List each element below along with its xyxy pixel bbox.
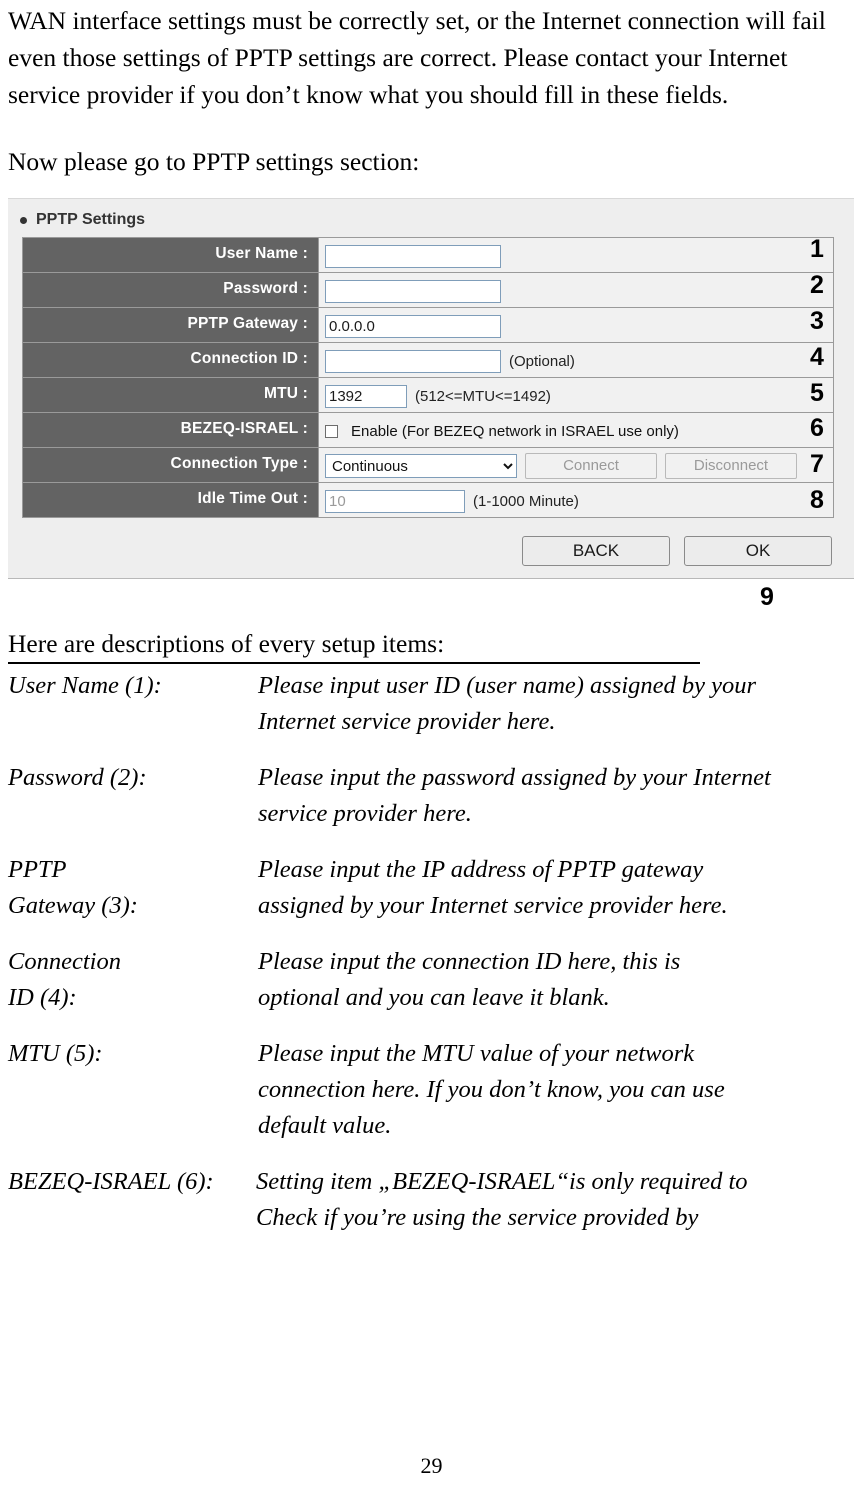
label-mtu: MTU : [23, 378, 319, 412]
description-definition: Please input the password assigned by yo… [258, 764, 771, 827]
pptp-settings-title: PPTP Settings [20, 211, 842, 229]
description-item: Connection ID (4): Please input the conn… [8, 944, 855, 1016]
connection-id-hint: (Optional) [509, 352, 575, 370]
description-item: User Name (1): Please input user ID (use… [8, 668, 855, 740]
descriptions-section: Here are descriptions of every setup ite… [8, 627, 855, 1236]
mtu-hint: (512<=MTU<=1492) [415, 387, 551, 405]
callout-8: 8 [810, 486, 824, 514]
bezeq-israel-checkbox[interactable] [325, 424, 338, 438]
connection-type-select[interactable]: Continuous [325, 454, 517, 478]
label-pptp-gateway: PPTP Gateway : [23, 308, 319, 342]
value-password [319, 273, 833, 307]
idle-time-out-hint: (1-1000 Minute) [473, 492, 579, 510]
description-item: PPTP Gateway (3): Please input the IP ad… [8, 852, 855, 924]
label-bezeq-israel: BEZEQ-ISRAEL : [23, 413, 319, 447]
description-definition: Please input user ID (user name) assigne… [258, 672, 757, 735]
description-term: MTU (5): [8, 1040, 103, 1067]
callout-9: 9 [760, 583, 774, 611]
row-connection-type: Connection Type : Continuous Connect Dis… [23, 448, 833, 483]
description-term: User Name (1): [8, 672, 162, 699]
description-term: BEZEQ-ISRAEL (6): [8, 1168, 214, 1195]
back-button[interactable]: BACK [522, 536, 670, 566]
value-connection-type: Continuous Connect Disconnect [319, 448, 833, 482]
mtu-input[interactable]: 1392 [325, 384, 407, 408]
description-item: MTU (5): Please input the MTU value of y… [8, 1036, 855, 1144]
label-idle-time-out: Idle Time Out : [23, 483, 319, 517]
document-page: WAN interface settings must be correctly… [0, 0, 863, 1487]
description-term: PPTP Gateway (3): [8, 856, 138, 919]
description-item: Password (2): Please input the password … [8, 760, 855, 832]
description-term: Connection ID (4): [8, 948, 121, 1011]
row-bezeq-israel: BEZEQ-ISRAEL : Enable (For BEZEQ network… [23, 413, 833, 448]
disconnect-button[interactable]: Disconnect [665, 453, 797, 479]
ok-button[interactable]: OK [684, 536, 832, 566]
callout-3: 3 [810, 307, 824, 335]
value-idle-time-out: 10 (1-1000 Minute) [319, 483, 833, 517]
user-name-input[interactable] [325, 244, 501, 268]
row-connection-id: Connection ID : (Optional) [23, 343, 833, 378]
callout-6: 6 [810, 414, 824, 442]
label-connection-type: Connection Type : [23, 448, 319, 482]
intro-paragraph-2: Now please go to PPTP settings section: [8, 147, 420, 176]
label-user-name: User Name : [23, 238, 319, 272]
pptp-settings-screenshot: PPTP Settings User Name : Password : PPT… [8, 198, 854, 579]
value-pptp-gateway: 0.0.0.0 [319, 308, 833, 342]
connect-button[interactable]: Connect [525, 453, 657, 479]
password-input[interactable] [325, 279, 501, 303]
intro-paragraph-1: WAN interface settings must be correctly… [8, 6, 826, 109]
bullet-icon [20, 217, 27, 224]
pptp-gateway-input[interactable]: 0.0.0.0 [325, 314, 501, 338]
row-idle-time-out: Idle Time Out : 10 (1-1000 Minute) [23, 483, 833, 518]
connection-id-input[interactable] [325, 349, 501, 373]
description-definition: Please input the MTU value of your netwo… [258, 1040, 725, 1139]
description-definition: Setting item „BEZEQ-ISRAEL“is only requi… [256, 1168, 748, 1231]
form-footer-buttons: BACK OK [22, 536, 834, 566]
callout-1: 1 [810, 235, 824, 263]
bezeq-israel-hint: Enable (For BEZEQ network in ISRAEL use … [351, 422, 679, 440]
row-password: Password : [23, 273, 833, 308]
callout-2: 2 [810, 271, 824, 299]
row-mtu: MTU : 1392 (512<=MTU<=1492) [23, 378, 833, 413]
description-definition: Please input the IP address of PPTP gate… [258, 856, 728, 919]
value-mtu: 1392 (512<=MTU<=1492) [319, 378, 833, 412]
heading-underline [8, 662, 700, 664]
intro-block: WAN interface settings must be correctly… [8, 0, 855, 180]
pptp-settings-form: User Name : Password : PPTP Gateway : 0.… [22, 237, 834, 518]
value-connection-id: (Optional) [319, 343, 833, 377]
callout-4: 4 [810, 343, 824, 371]
callout-7: 7 [810, 450, 824, 478]
value-bezeq-israel: Enable (For BEZEQ network in ISRAEL use … [319, 413, 833, 447]
callout-5: 5 [810, 379, 824, 407]
descriptions-heading: Here are descriptions of every setup ite… [8, 629, 445, 658]
descriptions-list: User Name (1): Please input user ID (use… [8, 668, 855, 1236]
row-pptp-gateway: PPTP Gateway : 0.0.0.0 [23, 308, 833, 343]
value-user-name [319, 238, 833, 272]
page-number: 29 [420, 1453, 443, 1478]
label-connection-id: Connection ID : [23, 343, 319, 377]
row-user-name: User Name : [23, 238, 833, 273]
description-term: Password (2): [8, 764, 147, 791]
description-definition: Please input the connection ID here, thi… [258, 948, 681, 1011]
idle-time-out-input[interactable]: 10 [325, 489, 465, 513]
description-item: BEZEQ-ISRAEL (6): Setting item „BEZEQ-IS… [8, 1164, 855, 1236]
pptp-settings-title-text: PPTP Settings [36, 211, 146, 228]
label-password: Password : [23, 273, 319, 307]
